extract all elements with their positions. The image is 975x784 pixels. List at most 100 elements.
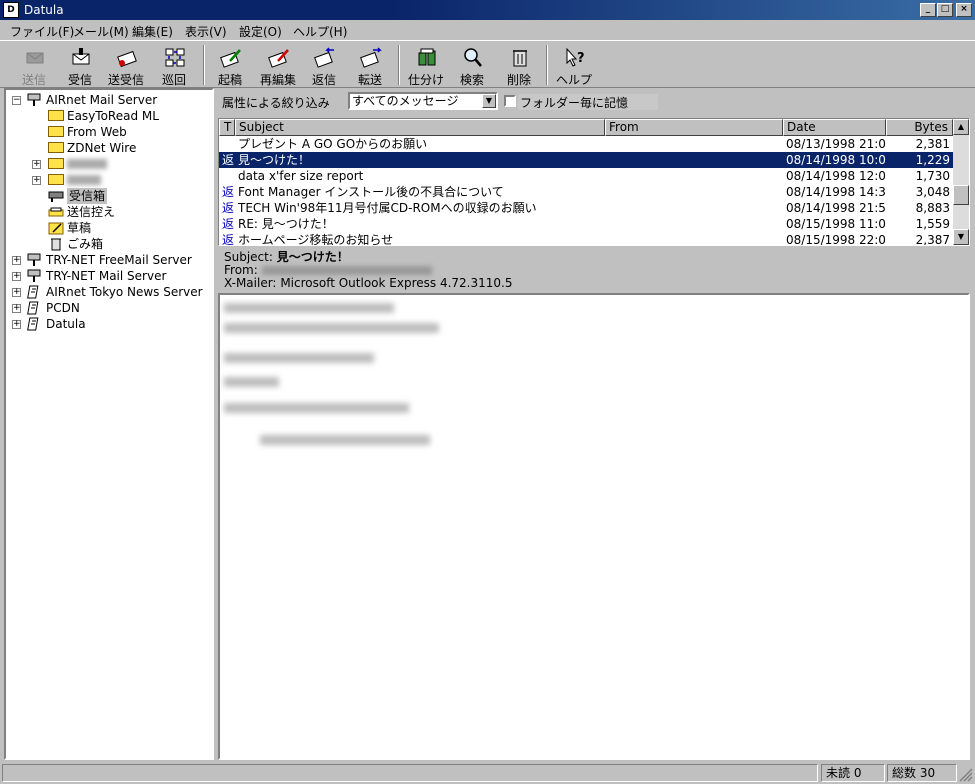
patrol-label: 巡回 xyxy=(161,73,186,87)
send-receive-label: 送受信 xyxy=(107,73,144,87)
message-bytes: 8,883 xyxy=(915,201,950,215)
message-date: 08/14/1998 21:56 xyxy=(786,201,886,215)
message-bytes: 2,387 xyxy=(915,233,950,246)
redacted-text xyxy=(224,323,439,333)
folder-icon xyxy=(48,126,64,137)
reedit-icon xyxy=(268,49,289,68)
title-bar[interactable]: D Datula _ □ × xyxy=(0,0,975,20)
remember-per-folder-checkbox[interactable] xyxy=(504,95,516,107)
send-label: 送信 xyxy=(21,73,46,87)
forward-button[interactable]: 転送 xyxy=(350,45,390,87)
expand-toggle[interactable]: + xyxy=(12,320,21,329)
sort-button[interactable]: 仕分け xyxy=(406,45,446,87)
forward-label: 転送 xyxy=(357,73,382,87)
column-header-type[interactable]: T xyxy=(219,119,235,136)
server-icon xyxy=(27,93,41,106)
collapse-toggle[interactable]: − xyxy=(12,96,21,105)
patrol-button[interactable]: 巡回 xyxy=(154,45,194,87)
scroll-thumb[interactable] xyxy=(953,185,969,205)
expand-toggle[interactable]: + xyxy=(32,160,41,169)
search-button[interactable]: 検索 xyxy=(452,45,492,87)
message-row[interactable]: 返 TECH Win'98年11月号付属CD-ROMへの収録のお願い 08/14/1… xyxy=(219,200,953,216)
message-date: 08/14/1998 12:00 xyxy=(786,169,886,183)
inbox-icon xyxy=(48,191,64,202)
message-header-info: Subject: 見～つけた！ From: X-Mailer: Microsof… xyxy=(218,248,970,290)
minimize-button[interactable]: _ xyxy=(920,3,936,17)
scroll-down-button[interactable]: ▼ xyxy=(953,229,969,245)
message-bytes: 2,381 xyxy=(915,137,950,151)
xmailer-value: Microsoft Outlook Express 4.72.3110.5 xyxy=(280,276,513,290)
from-label: From: xyxy=(224,263,258,277)
message-type-marker: 返 xyxy=(222,201,235,215)
maximize-button[interactable]: □ xyxy=(937,3,953,17)
tree-label: 受信箱 xyxy=(67,188,108,204)
message-bytes: 1,559 xyxy=(915,217,950,231)
expand-toggle[interactable]: + xyxy=(12,272,21,281)
delete-label: 削除 xyxy=(506,73,531,87)
send-button[interactable]: 送信 xyxy=(14,45,54,87)
remember-per-folder-label[interactable]: フォルダー毎に記憶 xyxy=(518,94,658,110)
message-row[interactable]: 返見～つけた！ 08/14/1998 10:06 1,229 xyxy=(219,152,953,168)
column-header-subject[interactable]: Subject xyxy=(235,119,605,136)
menu-view[interactable]: 表示(V) xyxy=(185,23,227,40)
folder-icon xyxy=(48,142,64,153)
message-row[interactable]: 返 RE: 見～つけた！ 08/15/1998 11:06 1,559 xyxy=(219,216,953,232)
filter-bar: 属性による絞り込み すべてのメッセージ ▼ フォルダー毎に記憶 xyxy=(218,90,970,112)
menu-settings[interactable]: 設定(O) xyxy=(239,23,282,40)
folder-tree[interactable]: − AIRnet Mail Server EasyToRead ML From … xyxy=(4,88,214,760)
tree-label: EasyToRead ML xyxy=(67,109,159,123)
message-list[interactable]: T Subject From Date Bytes プレゼント A GO GOか… xyxy=(218,118,970,246)
tree-label: ZDNet Wire xyxy=(67,141,137,155)
sort-label: 仕分け xyxy=(407,73,444,87)
reedit-button[interactable]: 再編集 xyxy=(258,45,298,87)
send-icon xyxy=(26,52,44,64)
resize-grip-icon[interactable] xyxy=(959,768,973,782)
message-subject: RE: 見～つけた！ xyxy=(238,217,334,231)
chevron-down-icon[interactable]: ▼ xyxy=(482,94,496,108)
compose-button[interactable]: 起稿 xyxy=(210,45,250,87)
column-header-from[interactable]: From xyxy=(605,119,783,136)
column-header-bytes[interactable]: Bytes xyxy=(886,119,953,136)
message-bytes: 1,229 xyxy=(915,153,950,167)
list-vertical-scrollbar[interactable]: ▲ ▼ xyxy=(953,119,969,245)
message-row[interactable]: 返 Font Manager インストール後の不具合について 08/14/1998 … xyxy=(219,184,953,200)
filter-select[interactable]: すべてのメッセージ ▼ xyxy=(348,92,498,110)
close-button[interactable]: × xyxy=(956,3,972,17)
search-label: 検索 xyxy=(459,73,484,87)
status-bar: 未読 0 総数 30 xyxy=(0,762,975,784)
scroll-up-button[interactable]: ▲ xyxy=(953,119,969,135)
menu-mail[interactable]: メール(M) xyxy=(73,23,129,40)
tree-label: TRY-NET Mail Server xyxy=(46,269,167,283)
delete-button[interactable]: 削除 xyxy=(499,45,539,87)
message-row[interactable]: プレゼント A GO GOからのお願い 08/13/1998 21:08 2,381 xyxy=(219,136,953,152)
message-type-marker: 返 xyxy=(222,217,235,231)
outbox-icon xyxy=(48,207,64,217)
menu-file[interactable]: ファイル(F) xyxy=(10,23,74,40)
expand-toggle[interactable]: + xyxy=(12,256,21,265)
help-button[interactable]: ? ヘルプ xyxy=(554,45,594,87)
menu-help[interactable]: ヘルプ(H) xyxy=(293,23,347,40)
send-receive-button[interactable]: 送受信 xyxy=(106,45,146,87)
tree-label: AIRnet Tokyo News Server xyxy=(46,285,203,299)
tree-label-redacted xyxy=(67,159,107,169)
patrol-icon xyxy=(165,48,185,67)
expand-toggle[interactable]: + xyxy=(12,288,21,297)
column-header-date[interactable]: Date xyxy=(783,119,886,136)
subject-value: 見～つけた！ xyxy=(276,250,349,264)
tree-label: ごみ箱 xyxy=(67,237,104,251)
menu-edit[interactable]: 編集(E) xyxy=(132,23,173,40)
reply-button[interactable]: 返信 xyxy=(304,45,344,87)
app-icon[interactable]: D xyxy=(3,2,19,18)
expand-toggle[interactable]: + xyxy=(12,304,21,313)
news-server-icon xyxy=(27,317,39,331)
message-row[interactable]: data x'fer size report 08/14/1998 12:00 1,… xyxy=(219,168,953,184)
receive-button[interactable]: 受信 xyxy=(60,45,100,87)
unread-count: 未読 0 xyxy=(821,764,885,782)
message-body[interactable] xyxy=(218,293,970,760)
message-date: 08/13/1998 21:08 xyxy=(786,137,886,151)
message-row[interactable]: 返ホームページ移転のお知らせ 08/15/1998 22:06 2,387 xyxy=(219,232,953,246)
expand-toggle[interactable]: + xyxy=(32,176,41,185)
folder-icon xyxy=(48,110,64,121)
message-subject: Font Manager インストール後の不具合について xyxy=(238,185,504,199)
redacted-text xyxy=(224,377,279,387)
